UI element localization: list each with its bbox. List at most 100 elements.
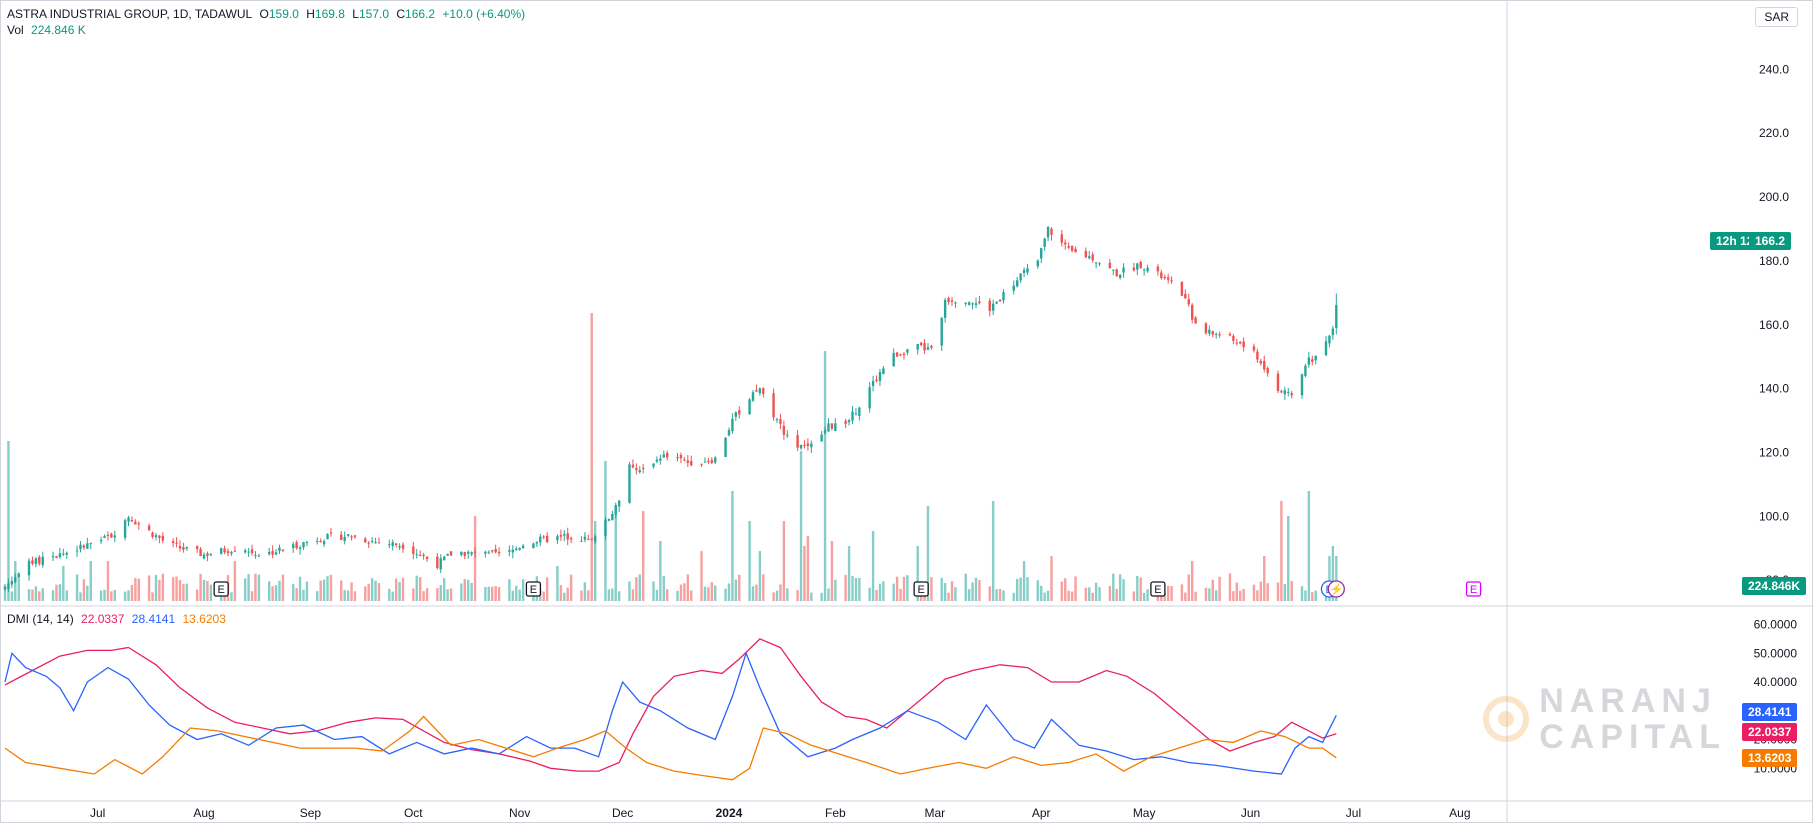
candle-body xyxy=(518,548,521,550)
volume-bar xyxy=(1036,580,1039,601)
volume-bar xyxy=(1228,573,1232,601)
volume-bar xyxy=(827,588,830,601)
candle-body xyxy=(803,444,806,446)
candle-body xyxy=(858,407,861,417)
volume-bar xyxy=(1012,592,1015,601)
candle-body xyxy=(1242,341,1245,348)
volume-bar xyxy=(593,521,597,601)
candle-body xyxy=(1142,269,1146,271)
candle-body xyxy=(1074,248,1077,253)
candle-body xyxy=(1190,304,1194,320)
candle-body xyxy=(1060,234,1064,243)
candle-body xyxy=(346,534,350,536)
event-marker[interactable]: E xyxy=(1150,581,1166,597)
candle-body xyxy=(494,548,497,553)
candle-body xyxy=(775,419,779,421)
volume-bar xyxy=(326,576,329,601)
volume-bar xyxy=(587,590,590,601)
candle-body xyxy=(724,437,727,457)
candle-body xyxy=(65,552,68,555)
volume-bar xyxy=(460,583,463,601)
candle-body xyxy=(988,300,991,311)
volume-bar xyxy=(1211,579,1214,601)
low-value: 157.0 xyxy=(358,7,389,21)
candle-body xyxy=(326,534,329,540)
candle-body xyxy=(535,541,539,544)
candle-body xyxy=(316,540,319,542)
volume-bar xyxy=(943,582,947,601)
event-marker[interactable]: E xyxy=(213,581,229,597)
event-marker[interactable]: ⚡ xyxy=(1327,580,1345,598)
symbol-title[interactable]: ASTRA INDUSTRIAL GROUP, 1D, TADAWUL xyxy=(7,7,252,21)
volume-bar xyxy=(185,583,189,601)
currency-button[interactable]: SAR xyxy=(1755,7,1798,27)
volume-bar xyxy=(377,583,381,601)
volume-bar xyxy=(1208,588,1211,601)
event-marker[interactable]: E xyxy=(1465,581,1482,597)
volume-bar xyxy=(439,585,442,601)
volume-bar xyxy=(659,541,662,601)
volume-bar xyxy=(442,578,446,601)
volume-bar xyxy=(1139,577,1142,601)
candle-body xyxy=(1211,331,1214,335)
volume-bar xyxy=(1118,574,1122,601)
volume-bar xyxy=(731,491,734,601)
brand-watermark: NARANJ CAPITAL xyxy=(1481,683,1726,755)
volume-bar xyxy=(1060,581,1064,601)
candle-body xyxy=(786,434,789,436)
volume-bar xyxy=(1022,561,1026,601)
volume-bar xyxy=(171,577,175,601)
volume-bar xyxy=(1239,590,1242,601)
candle-body xyxy=(1139,261,1142,268)
candle-body xyxy=(532,543,535,548)
candle-body xyxy=(271,550,274,555)
volume-bar xyxy=(1142,592,1146,601)
volume-bar xyxy=(1043,592,1046,601)
volume-bar xyxy=(775,590,779,601)
time-tick-label: Sep xyxy=(300,806,322,820)
volume-bar xyxy=(854,577,858,601)
candle-body xyxy=(738,410,741,415)
volume-bar xyxy=(1307,491,1311,601)
candle-body xyxy=(226,551,230,554)
volume-bar xyxy=(449,588,453,601)
volume-bar xyxy=(1190,561,1194,601)
volume-bar xyxy=(878,583,882,601)
candle-body xyxy=(683,459,686,461)
candle-body xyxy=(508,550,511,552)
plus-di-tag: 28.4141 xyxy=(1742,703,1798,721)
price-tick-label: 180.0 xyxy=(1759,254,1789,268)
candle-body xyxy=(470,552,473,555)
candle-body xyxy=(810,443,813,448)
candle-body xyxy=(1276,373,1280,391)
volume-bar xyxy=(988,586,991,601)
event-marker[interactable]: E xyxy=(525,581,542,597)
candle-body xyxy=(364,538,367,543)
candle-body xyxy=(1239,341,1242,344)
time-tick-label: May xyxy=(1133,806,1156,820)
volume-bar xyxy=(1122,579,1125,601)
candle-body xyxy=(134,521,137,525)
volume-bar xyxy=(17,574,20,601)
dmi-title[interactable]: DMI (14, 14) xyxy=(7,612,74,626)
volume-bar xyxy=(556,566,559,601)
candle-body xyxy=(1098,263,1101,265)
volume-bar xyxy=(1187,574,1190,601)
candle-body xyxy=(679,454,683,459)
event-marker[interactable]: E xyxy=(913,581,929,597)
volume-bar xyxy=(803,546,806,601)
volume-bar xyxy=(1115,588,1118,601)
candle-body xyxy=(243,550,247,553)
candle-body xyxy=(123,520,127,538)
volume-bar xyxy=(233,561,237,601)
volume-bar xyxy=(1204,587,1208,601)
candle-body xyxy=(154,535,158,538)
volume-bar xyxy=(343,590,346,601)
volume-label[interactable]: Vol xyxy=(7,23,24,37)
candle-body xyxy=(41,556,44,566)
earnings-marker-label: E xyxy=(1154,584,1161,596)
candle-body xyxy=(796,435,799,448)
volume-bar xyxy=(871,531,875,601)
candle-body xyxy=(1300,374,1304,396)
candle-body xyxy=(823,430,827,434)
